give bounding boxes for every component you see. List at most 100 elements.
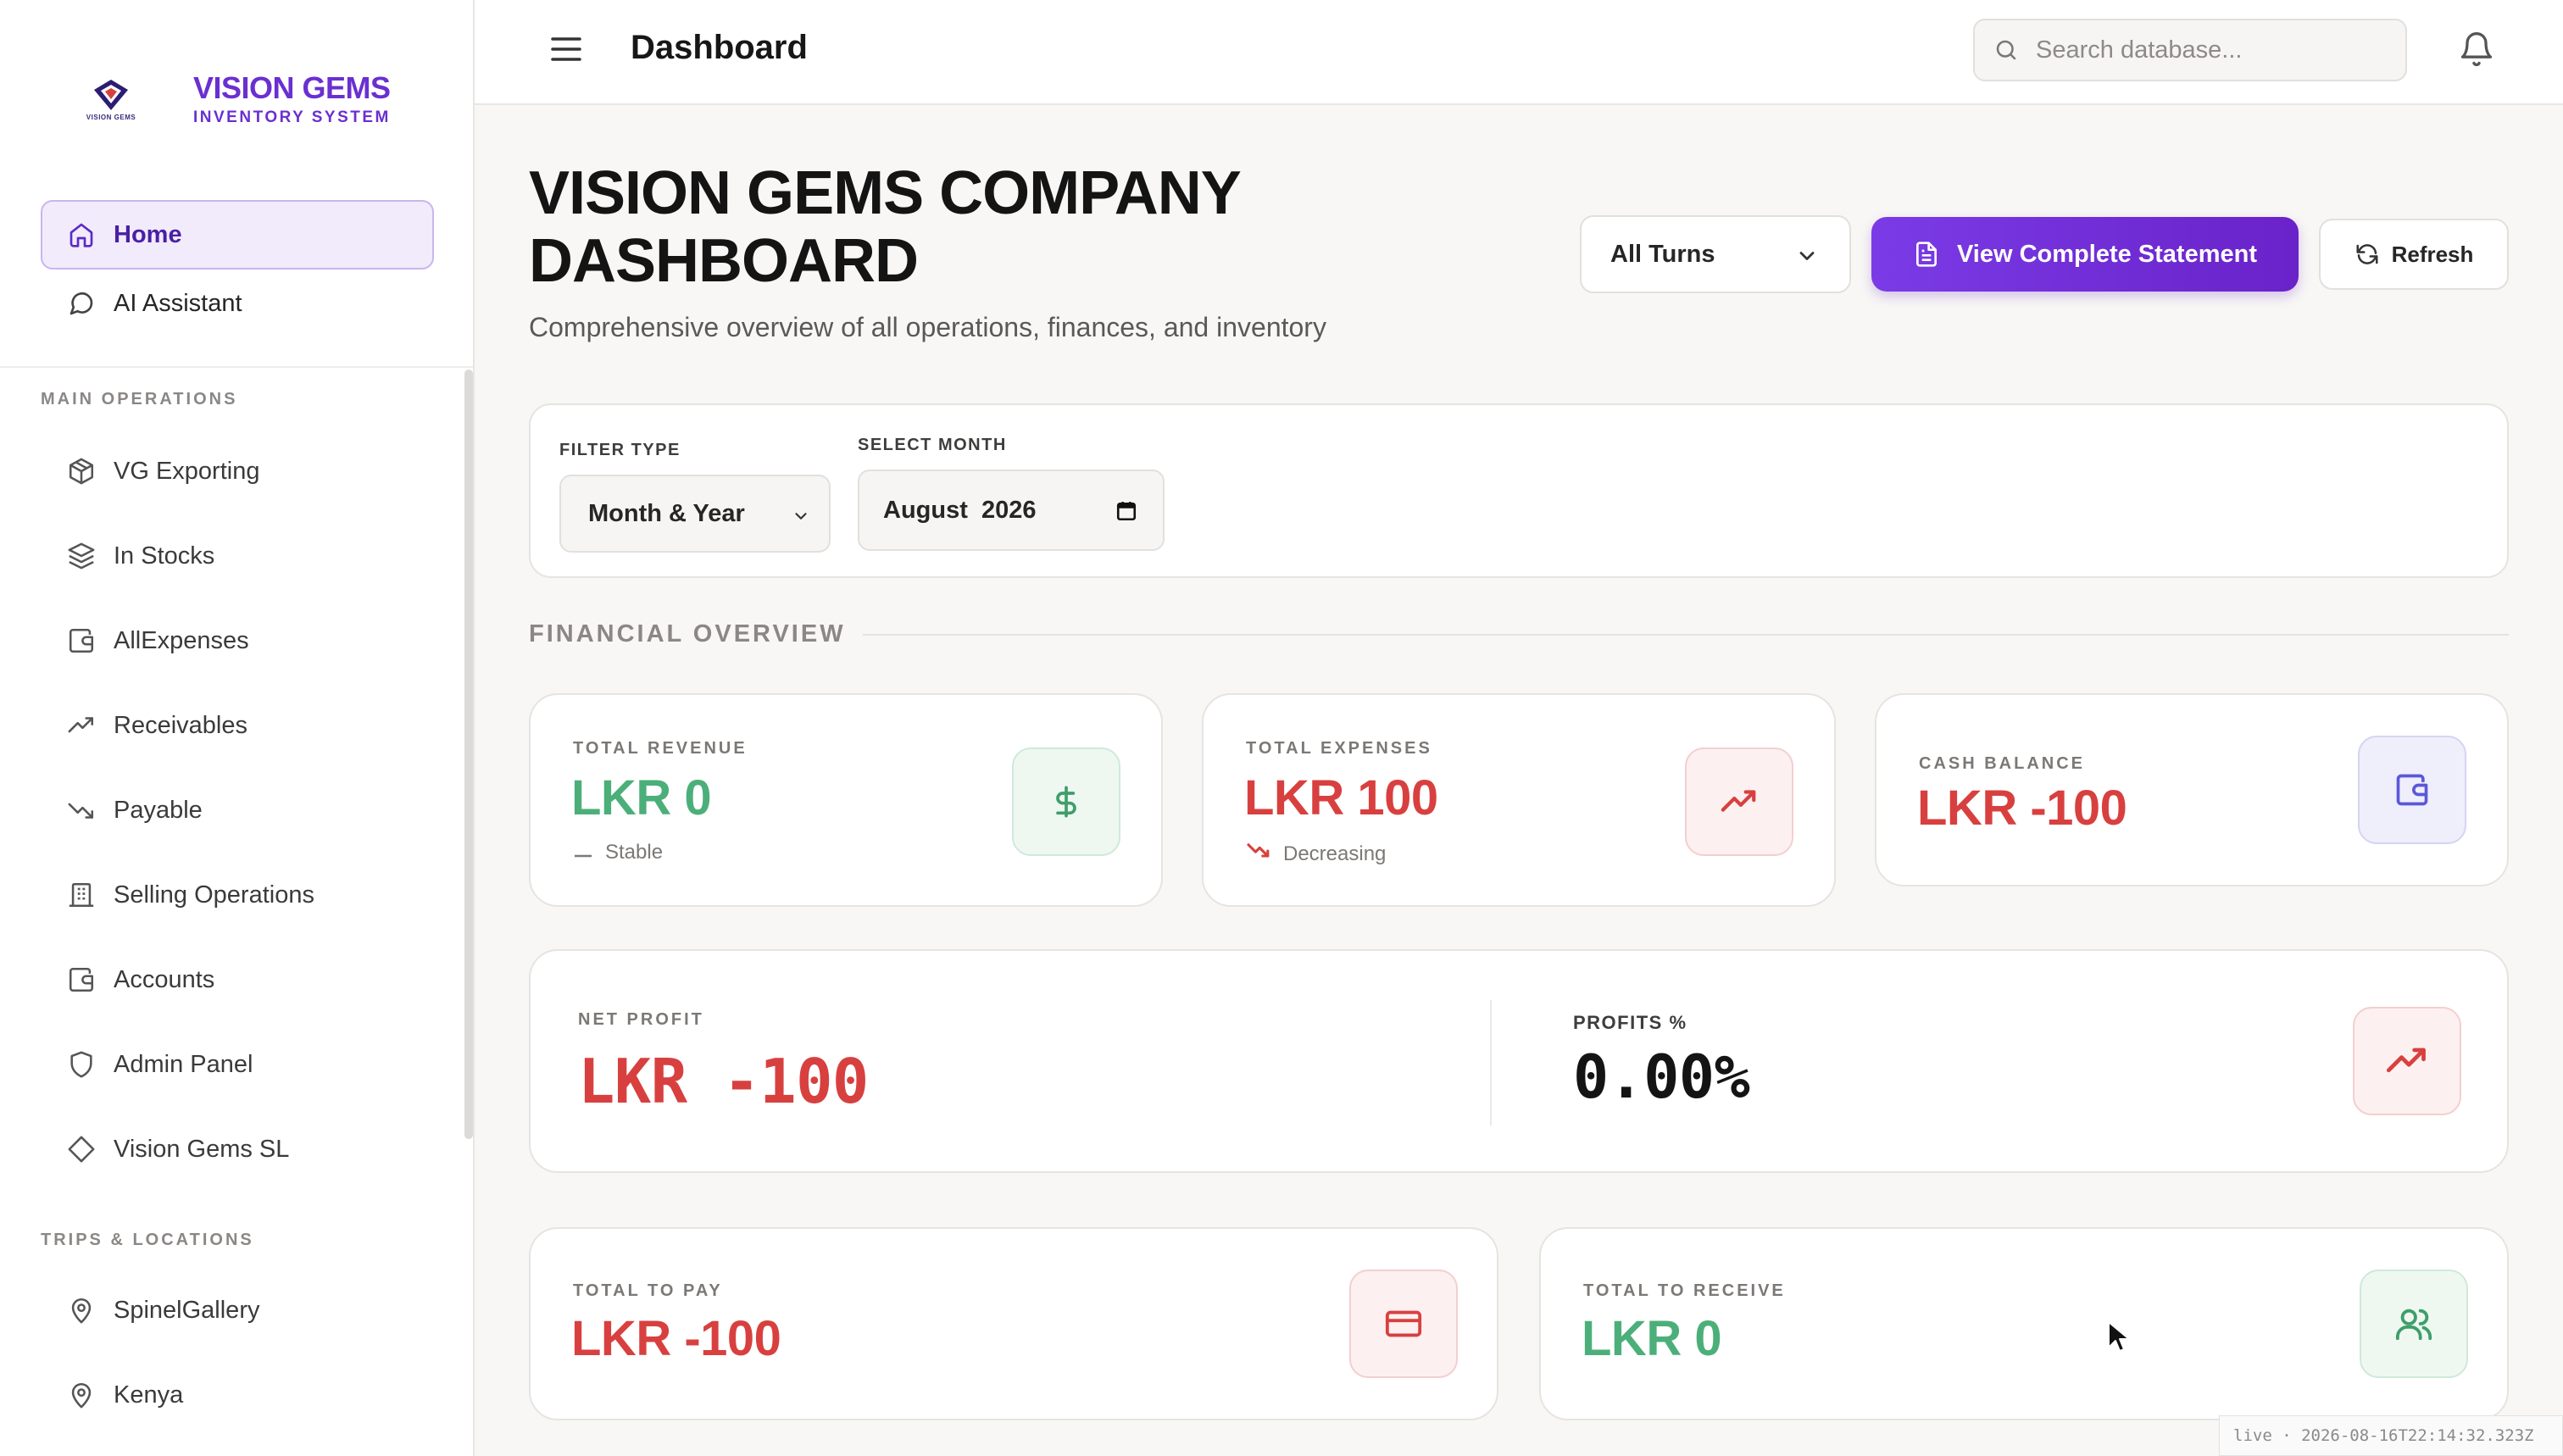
wallet-icon bbox=[66, 964, 97, 995]
net-profit-card[interactable]: NET PROFIT LKR -100 PROFITS % 0.00% bbox=[529, 949, 2509, 1173]
sidebar-item-home[interactable]: Home bbox=[41, 200, 434, 270]
sidebar-item-label: VG Exporting bbox=[114, 457, 260, 485]
sidebar-scrollbar[interactable] bbox=[464, 370, 473, 1139]
total-to-pay-label: TOTAL TO PAY bbox=[573, 1281, 723, 1300]
credit-card-icon bbox=[1349, 1270, 1458, 1378]
minus-icon bbox=[573, 841, 593, 864]
trending-down-icon bbox=[66, 795, 97, 825]
month-picker-input[interactable]: August 2026 bbox=[858, 470, 1165, 551]
filter-type-select[interactable]: Month & Year bbox=[559, 475, 831, 553]
sidebar-item-kenya[interactable]: Kenya bbox=[41, 1353, 434, 1437]
wallet-icon bbox=[2358, 736, 2466, 844]
brand-logo-caption: VISION GEMS bbox=[86, 113, 136, 121]
shield-icon bbox=[66, 1049, 97, 1080]
sidebar-item-vision-gems-sl[interactable]: Vision Gems SL bbox=[41, 1107, 434, 1192]
map-pin-icon bbox=[66, 1380, 97, 1410]
turns-select-value: All Turns bbox=[1610, 240, 1715, 268]
total-to-receive-value: LKR 0 bbox=[1582, 1311, 1722, 1366]
total-expenses-card[interactable]: TOTAL EXPENSES LKR 100 Decreasing bbox=[1202, 693, 1836, 907]
brand-title: VISION GEMS bbox=[193, 70, 391, 105]
home-icon bbox=[66, 220, 97, 250]
sidebar-item-accounts[interactable]: Accounts bbox=[41, 937, 434, 1022]
file-text-icon bbox=[1915, 242, 1937, 267]
sidebar-item-receivables[interactable]: Receivables bbox=[41, 683, 434, 768]
turns-select[interactable]: All Turns bbox=[1580, 215, 1851, 293]
notifications-button[interactable] bbox=[2458, 31, 2495, 68]
sidebar-item-payable[interactable]: Payable bbox=[41, 768, 434, 853]
mouse-cursor-icon bbox=[2108, 1321, 2129, 1352]
sidebar-item-label: Admin Panel bbox=[114, 1050, 253, 1078]
gem-logo-icon bbox=[94, 79, 128, 110]
page-title: Dashboard bbox=[631, 29, 808, 66]
total-expenses-label: TOTAL EXPENSES bbox=[1246, 739, 1432, 758]
filter-card: FILTER TYPE Month & Year SELECT MONTH Au… bbox=[529, 403, 2509, 578]
sidebar-item-label: AI Assistant bbox=[114, 289, 242, 317]
layers-icon bbox=[66, 541, 97, 571]
sidebar-item-label: Home bbox=[114, 220, 182, 248]
total-to-receive-card[interactable]: TOTAL TO RECEIVE LKR 0 bbox=[1539, 1227, 2509, 1420]
users-icon bbox=[2360, 1270, 2468, 1378]
total-revenue-trend-label: Stable bbox=[605, 841, 664, 864]
search-box[interactable] bbox=[1973, 19, 2407, 81]
section-label-main-operations: MAIN OPERATIONS bbox=[41, 390, 238, 408]
menu-toggle-button[interactable] bbox=[549, 32, 583, 66]
sidebar-item-label: AllExpenses bbox=[114, 626, 249, 654]
profits-pct-value: 0.00% bbox=[1573, 1042, 1750, 1112]
section-label-trips-locations: TRIPS & LOCATIONS bbox=[41, 1231, 254, 1249]
total-revenue-card[interactable]: TOTAL REVENUE LKR 0 Stable bbox=[529, 693, 1163, 907]
message-circle-icon bbox=[66, 288, 97, 319]
select-month-label: SELECT MONTH bbox=[858, 436, 1007, 454]
sidebar: VISION GEMS VISION GEMS INVENTORY SYSTEM… bbox=[0, 0, 475, 1456]
view-complete-statement-button[interactable]: View Complete Statement bbox=[1871, 217, 2299, 292]
sidebar-item-admin-panel[interactable]: Admin Panel bbox=[41, 1022, 434, 1107]
sidebar-item-ai-assistant[interactable]: AI Assistant bbox=[41, 270, 434, 337]
net-profit-value: LKR -100 bbox=[578, 1046, 869, 1117]
sidebar-item-allexpenses[interactable]: AllExpenses bbox=[41, 598, 434, 683]
calendar-icon[interactable] bbox=[1115, 500, 1137, 522]
month-picker-value: August 2026 bbox=[883, 496, 1037, 524]
total-revenue-label: TOTAL REVENUE bbox=[573, 739, 748, 758]
sidebar-item-selling-operations[interactable]: Selling Operations bbox=[41, 853, 434, 937]
trending-down-icon bbox=[1246, 841, 1271, 867]
main-operations-nav: VG Exporting In Stocks AllExpenses Recei… bbox=[41, 429, 434, 1192]
cash-balance-card[interactable]: CASH BALANCE LKR -100 bbox=[1875, 693, 2509, 886]
chevron-down-icon bbox=[1799, 252, 1815, 260]
refresh-button[interactable]: Refresh bbox=[2319, 219, 2509, 290]
total-to-pay-value: LKR -100 bbox=[571, 1311, 781, 1366]
sidebar-item-in-stocks[interactable]: In Stocks bbox=[41, 514, 434, 598]
brand-logo: VISION GEMS bbox=[81, 69, 141, 129]
top-header: Dashboard bbox=[475, 0, 2563, 105]
chevron-down-icon bbox=[795, 513, 807, 520]
dashboard-title: VISION GEMS COMPANY DASHBOARD bbox=[529, 159, 1240, 295]
sidebar-item-label: Vision Gems SL bbox=[114, 1135, 290, 1163]
sidebar-item-spinelgallery[interactable]: SpinelGallery bbox=[41, 1268, 434, 1353]
cash-balance-value: LKR -100 bbox=[1917, 781, 2127, 836]
net-profit-label: NET PROFIT bbox=[578, 1010, 704, 1029]
sidebar-divider bbox=[0, 366, 473, 368]
total-to-pay-card[interactable]: TOTAL TO PAY LKR -100 bbox=[529, 1227, 1498, 1420]
sidebar-item-label: SpinelGallery bbox=[114, 1296, 260, 1324]
trips-locations-nav: SpinelGallery Kenya bbox=[41, 1268, 434, 1437]
map-pin-icon bbox=[66, 1295, 97, 1325]
profits-pct-label: PROFITS % bbox=[1573, 1012, 1687, 1033]
brand-subtitle: INVENTORY SYSTEM bbox=[193, 108, 391, 126]
brand[interactable]: VISION GEMS VISION GEMS INVENTORY SYSTEM bbox=[81, 69, 391, 129]
package-icon bbox=[66, 456, 97, 486]
sidebar-item-vg-exporting[interactable]: VG Exporting bbox=[41, 429, 434, 514]
total-revenue-value: LKR 0 bbox=[571, 770, 712, 825]
total-expenses-trend: Decreasing bbox=[1246, 841, 1386, 867]
refresh-icon bbox=[2356, 244, 2378, 264]
sidebar-item-label: Receivables bbox=[114, 711, 247, 739]
total-expenses-value: LKR 100 bbox=[1244, 770, 1438, 825]
search-input[interactable] bbox=[2036, 36, 2375, 64]
bell-icon bbox=[2460, 32, 2493, 66]
sidebar-item-label: Selling Operations bbox=[114, 881, 314, 909]
sidebar-item-label: Kenya bbox=[114, 1381, 184, 1409]
filter-type-label: FILTER TYPE bbox=[559, 441, 681, 459]
minus-icon-shape bbox=[575, 854, 592, 858]
trending-up-icon bbox=[2353, 1007, 2461, 1115]
total-to-receive-label: TOTAL TO RECEIVE bbox=[1583, 1281, 1786, 1300]
total-revenue-trend: Stable bbox=[573, 841, 663, 864]
sidebar-item-label: Accounts bbox=[114, 965, 215, 993]
sidebar-item-label: In Stocks bbox=[114, 542, 215, 570]
